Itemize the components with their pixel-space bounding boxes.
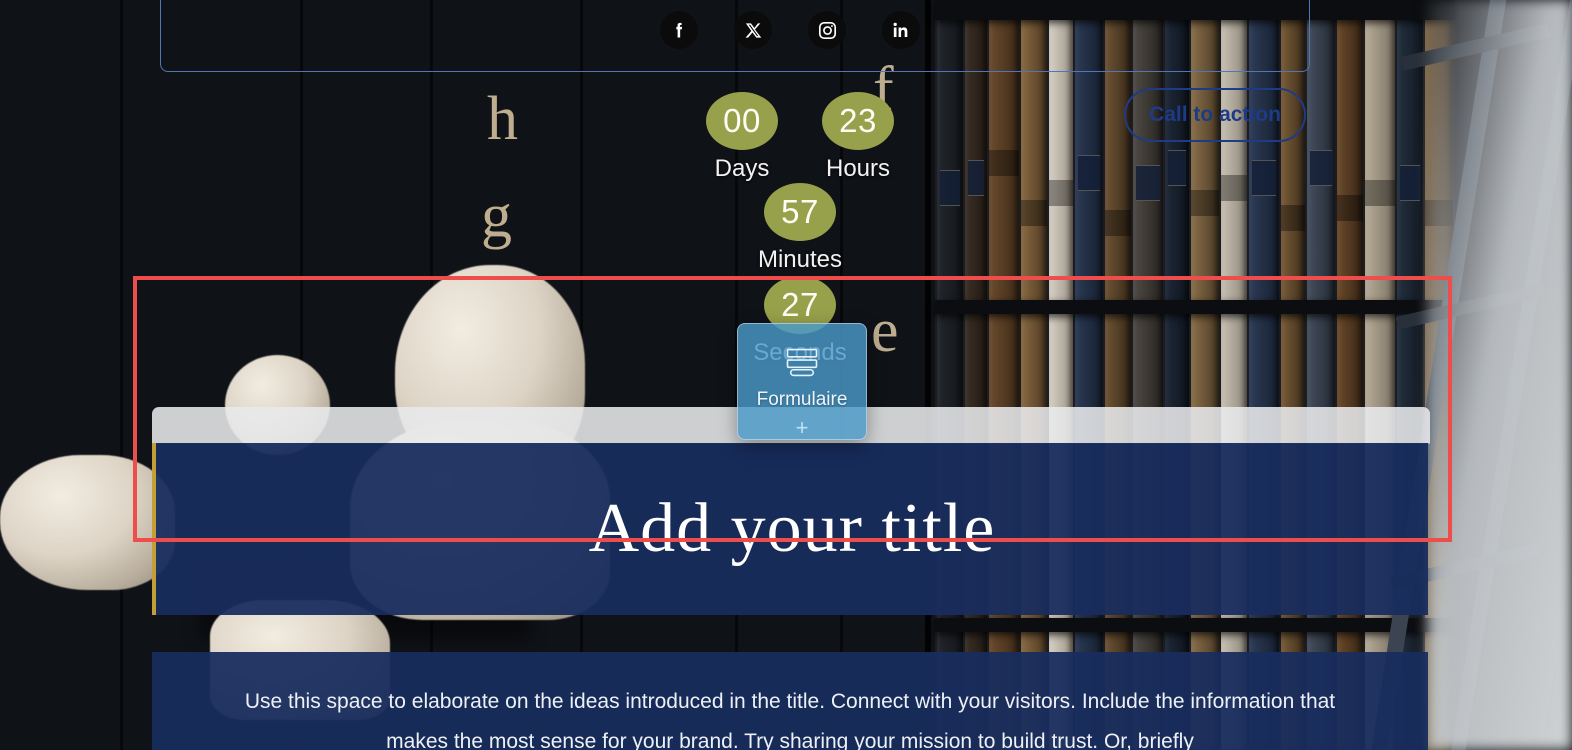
shelf-divider <box>120 0 123 750</box>
foreground-blur <box>1427 0 1572 750</box>
book-spine <box>1021 0 1047 750</box>
book-spine <box>1049 0 1073 750</box>
form-icon <box>786 348 818 377</box>
hero-title-panel[interactable]: Add your title <box>152 443 1428 615</box>
countdown-circle-minutes: 57 <box>764 183 836 241</box>
countdown-circle-hours: 23 <box>822 92 894 150</box>
background-letter-h: h <box>487 85 518 153</box>
book-spine <box>989 0 1019 750</box>
book-spine <box>1337 0 1363 750</box>
countdown-unit-minutes: 57 Minutes <box>751 183 849 274</box>
background-letter-g: g <box>481 182 512 250</box>
countdown-label-minutes: Minutes <box>757 246 843 273</box>
drag-tile-plus-icon: + <box>795 415 809 440</box>
x-twitter-icon[interactable] <box>734 11 772 49</box>
page-stage: h g f e 00 Days 23 Hours 57 Minutes 27 C… <box>0 0 1572 750</box>
hero-body-text: Use this space to elaborate on the ideas… <box>244 690 1336 750</box>
instagram-icon[interactable] <box>808 11 846 49</box>
book-spine <box>965 0 987 750</box>
countdown-unit-days: 00 Days <box>693 92 791 183</box>
page-title: Add your title <box>588 490 996 567</box>
linkedin-icon[interactable] <box>882 11 920 49</box>
countdown-label-days: Days <box>714 155 770 182</box>
facebook-icon[interactable] <box>660 11 698 49</box>
social-links-bar <box>660 10 920 50</box>
drag-tile-label: Formulaire <box>756 389 848 410</box>
book-spine <box>1075 0 1103 750</box>
shelf-rail <box>935 618 1455 632</box>
countdown-value-hours: 23 <box>839 102 877 139</box>
countdown-label-hours: Hours <box>825 155 891 182</box>
countdown-unit-hours: 23 Hours <box>809 92 907 183</box>
call-to-action-button[interactable]: Call to action <box>1124 88 1306 142</box>
countdown-value-days: 00 <box>723 102 761 139</box>
shelf-rail <box>935 300 1455 314</box>
countdown-value-seconds: 27 <box>781 286 819 323</box>
marble-bust-left <box>0 455 175 590</box>
drag-tile-formulaire[interactable]: Formulaire + <box>737 323 867 440</box>
book-spine <box>1307 0 1335 750</box>
hero-body-panel[interactable]: Use this space to elaborate on the ideas… <box>152 652 1428 750</box>
countdown-circle-days: 00 <box>706 92 778 150</box>
shelf-rail <box>935 0 1455 20</box>
countdown-value-minutes: 57 <box>781 193 819 230</box>
